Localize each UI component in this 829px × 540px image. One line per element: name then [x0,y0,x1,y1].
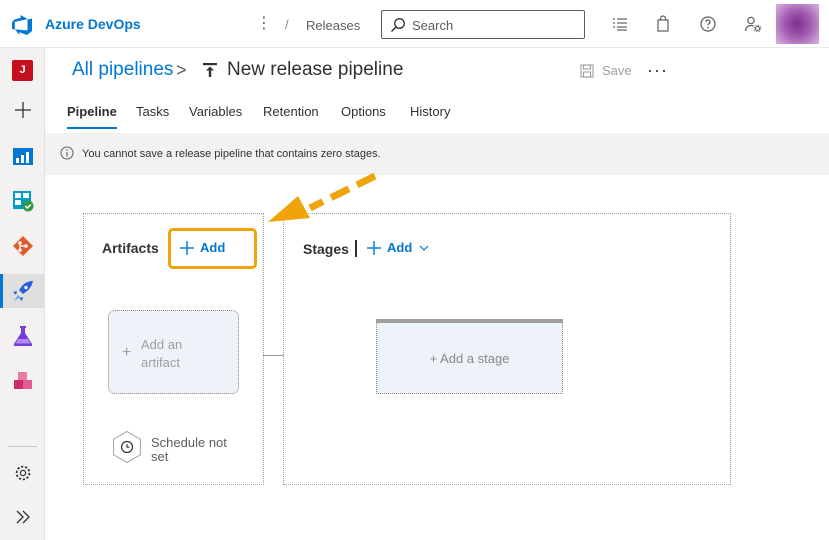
save-label: Save [602,63,632,78]
tab-retention[interactable]: Retention [263,104,319,119]
highlight-box [168,228,257,269]
top-bar: Azure DevOps ⋮ / Releases [0,0,829,48]
artifact-stage-connector [263,355,284,356]
nav-divider [8,446,37,447]
annotation-arrow-icon [268,172,377,222]
nav-project[interactable]: J [0,53,45,87]
artifacts-icon [13,372,32,389]
user-settings-icon[interactable] [743,14,763,34]
list-icon[interactable] [610,14,630,34]
add-stage-label: Add [387,240,413,255]
project-badge: J [12,59,33,81]
info-message: You cannot save a release pipeline that … [82,148,381,160]
schedule-clock-icon[interactable] [110,430,144,464]
nav-repos[interactable] [0,229,45,263]
add-stage-placeholder[interactable]: + Add a stage [376,319,563,394]
stages-divider [355,240,357,257]
shopping-bag-icon[interactable] [653,14,673,34]
all-pipelines-link[interactable]: All pipelines [72,59,173,81]
repos-icon [12,236,33,256]
nav-add[interactable] [0,93,45,127]
tab-pipeline[interactable]: Pipeline [67,104,117,129]
nav-expand[interactable] [0,500,45,534]
tab-variables[interactable]: Variables [189,104,242,119]
nav-project-settings[interactable] [0,456,45,490]
schedule-label: Schedule not set [151,435,227,464]
gear-icon [15,465,30,481]
boards-icon [12,191,33,212]
save-button[interactable]: Save [580,63,632,78]
schedule-trigger[interactable]: Schedule not set [110,430,227,469]
add-artifact-placeholder[interactable]: + Add an artifact [108,310,239,394]
plus-icon: + [122,344,132,361]
stages-title: Stages [303,241,349,257]
overview-icon [12,148,33,165]
plus-icon [367,240,381,255]
artifacts-title: Artifacts [102,240,159,256]
search-icon [391,18,405,32]
nav-test-plans[interactable] [0,319,45,353]
add-artifact-placeholder-label: Add an artifact [141,337,183,370]
nav-pipelines[interactable] [0,274,45,308]
more-vertical-icon[interactable]: ⋮ [256,13,272,33]
add-stage-button[interactable]: Add [367,240,430,255]
add-stage-placeholder-label: + Add a stage [429,351,510,366]
azure-devops-logo-icon[interactable] [12,14,34,36]
search-input[interactable] [412,16,577,34]
nav-boards[interactable] [0,184,45,218]
info-message-bar: You cannot save a release pipeline that … [45,133,829,175]
chevron-down-icon[interactable] [418,242,430,254]
more-actions-button[interactable]: ··· [647,60,668,81]
nav-overview[interactable] [0,139,45,173]
plus-icon [14,102,31,118]
help-icon[interactable] [698,14,718,34]
search-box[interactable] [381,10,585,39]
pipelines-icon [12,281,33,301]
avatar[interactable] [776,4,819,44]
chevron-right-icon: > [176,60,187,80]
breadcrumb-separator: / [285,17,289,32]
brand-name[interactable]: Azure DevOps [45,16,141,32]
tab-options[interactable]: Options [341,104,386,119]
double-chevron-right-icon [16,510,30,524]
test-plans-icon [13,326,32,346]
save-icon [580,63,594,78]
release-pipeline-icon [203,63,217,77]
tab-tasks[interactable]: Tasks [136,104,169,119]
breadcrumb-releases[interactable]: Releases [306,18,360,33]
page-title: New release pipeline [227,59,404,80]
tab-history[interactable]: History [410,104,450,119]
nav-artifacts[interactable] [0,364,45,398]
info-icon [60,146,74,160]
left-navigation: J [0,48,45,540]
